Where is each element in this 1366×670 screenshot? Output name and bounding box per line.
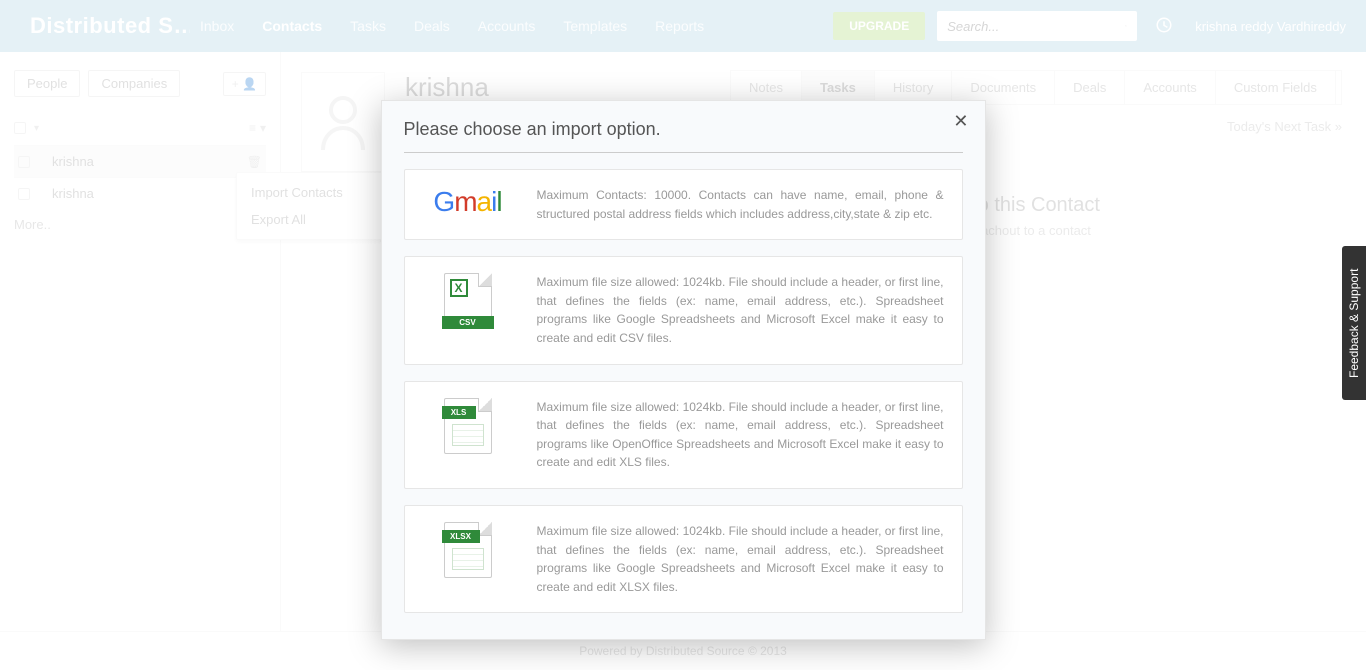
option-desc: Maximum file size allowed: 1024kb. File … — [537, 522, 944, 596]
csv-icon: XCSV — [423, 273, 513, 329]
import-option-xlsx[interactable]: XLSX Maximum file size allowed: 1024kb. … — [404, 505, 963, 613]
feedback-tab[interactable]: Feedback & Support — [1342, 246, 1366, 400]
option-desc: Maximum Contacts: 10000. Contacts can ha… — [537, 186, 944, 223]
gmail-icon: Gmail — [423, 186, 513, 218]
import-option-csv[interactable]: XCSV Maximum file size allowed: 1024kb. … — [404, 256, 963, 364]
import-option-gmail[interactable]: Gmail Maximum Contacts: 10000. Contacts … — [404, 169, 963, 240]
import-modal: ✕ Please choose an import option. Gmail … — [381, 100, 986, 640]
xlsx-icon: XLSX — [423, 522, 513, 578]
xls-icon: XLS — [423, 398, 513, 454]
modal-title: Please choose an import option. — [404, 119, 963, 153]
option-desc: Maximum file size allowed: 1024kb. File … — [537, 273, 944, 347]
import-option-xls[interactable]: XLS Maximum file size allowed: 1024kb. F… — [404, 381, 963, 489]
modal-overlay[interactable]: ✕ Please choose an import option. Gmail … — [0, 0, 1366, 667]
option-desc: Maximum file size allowed: 1024kb. File … — [537, 398, 944, 472]
close-icon[interactable]: ✕ — [953, 111, 968, 132]
